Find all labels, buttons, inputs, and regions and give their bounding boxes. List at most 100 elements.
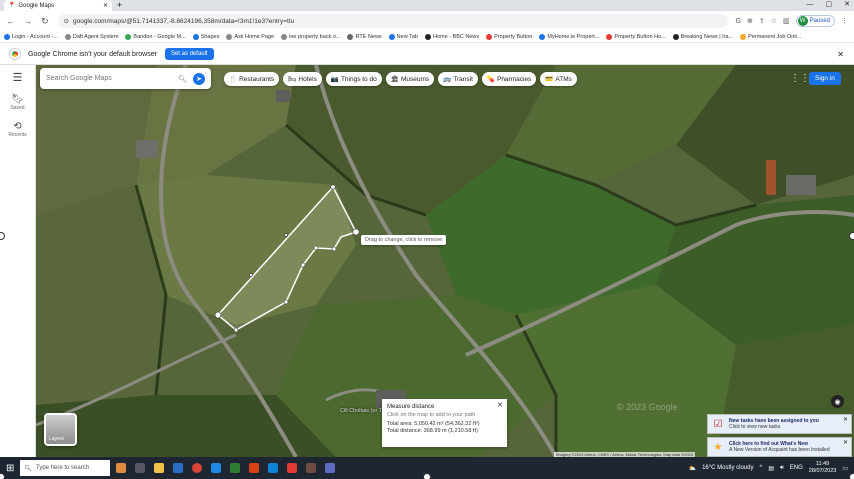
bookmark-item[interactable]: Shapes bbox=[192, 33, 219, 40]
tab-google-maps[interactable]: 📍 Google Maps ✕ bbox=[4, 0, 112, 11]
location-icon[interactable]: ◉ bbox=[831, 395, 844, 408]
outlook-icon[interactable] bbox=[173, 463, 184, 473]
chip-icon: 🏛 bbox=[390, 76, 399, 83]
chip-museums[interactable]: 🏛 Museums bbox=[385, 72, 435, 86]
search-box[interactable]: Search Google Maps 🔍︎ ➤ bbox=[40, 68, 211, 89]
edge-icon[interactable] bbox=[268, 463, 279, 473]
minimize-button[interactable]: — bbox=[807, 0, 814, 10]
google-lens-icon[interactable]: G bbox=[736, 18, 741, 25]
bookmark-item[interactable]: Permanent Job Onli... bbox=[740, 33, 801, 40]
chip-label: Restaurants bbox=[239, 75, 275, 83]
favicon-icon bbox=[4, 33, 10, 40]
bookmarks-bar: Login - Account -... Daft Agent System Ban… bbox=[0, 31, 854, 43]
chip-icon: 🍴 bbox=[229, 76, 238, 83]
search-icon[interactable]: 🔍︎ bbox=[178, 75, 187, 83]
infobar-message: Google Chrome isn't your default browser bbox=[28, 50, 157, 58]
search-input[interactable]: Search Google Maps bbox=[46, 75, 172, 82]
layers-button[interactable]: Layers bbox=[44, 413, 77, 446]
reload-button[interactable]: ↻ bbox=[40, 16, 49, 27]
chip-pharmacies[interactable]: 💊 Pharmacies bbox=[481, 72, 537, 86]
notifications-icon[interactable]: ▭ bbox=[842, 465, 848, 472]
bookmark-item[interactable]: Property Button Ho... bbox=[606, 33, 666, 40]
tab-strip: 📍 Google Maps ✕ + — ▢ ✕ bbox=[0, 0, 854, 11]
chrome-icon[interactable] bbox=[192, 463, 203, 473]
favicon-icon bbox=[424, 33, 431, 40]
weather-text[interactable]: 16°C Mostly cloudy bbox=[702, 465, 753, 471]
favicon-icon bbox=[740, 33, 747, 40]
mail-icon[interactable] bbox=[211, 463, 222, 473]
notification-whats-new[interactable]: ★ Click here to find out What's New A Ne… bbox=[707, 437, 852, 457]
bookmark-item[interactable]: New Tab bbox=[388, 33, 418, 40]
notification-text: A New Version of Acquaint has been Insta… bbox=[729, 447, 830, 453]
selection-handle[interactable] bbox=[849, 473, 854, 479]
bookmark-star-icon[interactable]: ☆ bbox=[771, 17, 777, 25]
network-icon[interactable]: ▤ bbox=[768, 465, 774, 472]
app-icon[interactable] bbox=[116, 463, 127, 473]
profile-button[interactable]: W Paused bbox=[795, 15, 835, 27]
bookmark-item[interactable]: Bandon - Google M... bbox=[125, 33, 186, 40]
file-explorer-icon[interactable] bbox=[154, 463, 165, 473]
selection-handle[interactable] bbox=[0, 473, 5, 479]
forward-button[interactable]: → bbox=[23, 16, 32, 26]
bookmark-item[interactable]: Ask Home Page bbox=[226, 33, 274, 40]
app-icon[interactable] bbox=[306, 463, 317, 473]
infobar-close-icon[interactable]: ✕ bbox=[837, 50, 844, 59]
menu-icon[interactable]: ☰ bbox=[0, 71, 35, 84]
bookmark-label: Daft Agent System bbox=[72, 33, 119, 40]
bookmark-item[interactable]: lee property back o... bbox=[281, 33, 340, 40]
browser-toolbar: ← → ↻ ⊙ google.com/maps/@51.7141337,-8.8… bbox=[0, 11, 854, 31]
chip-things-to-do[interactable]: 📷 Things to do bbox=[325, 72, 382, 86]
taskbar-search-input[interactable]: Type here to search bbox=[36, 465, 89, 471]
selection-handle[interactable] bbox=[849, 232, 854, 240]
bookmark-item[interactable]: Property Button bbox=[486, 33, 532, 40]
excel-icon[interactable] bbox=[230, 463, 241, 473]
bookmark-item[interactable]: RTE News bbox=[347, 33, 382, 40]
bookmark-item[interactable]: Daft Agent System bbox=[64, 33, 119, 40]
windows-start-icon[interactable]: ⊞ bbox=[6, 463, 14, 474]
selection-handle[interactable] bbox=[423, 473, 431, 479]
bookmark-label: Home - BBC News bbox=[432, 33, 480, 40]
powerpoint-icon[interactable] bbox=[249, 463, 260, 473]
directions-icon[interactable]: ➤ bbox=[193, 72, 205, 85]
url-text: google.com/maps/@51.7141337,-8.8624196,3… bbox=[72, 17, 295, 25]
measure-close-icon[interactable]: ✕ bbox=[497, 401, 503, 409]
zoom-icon[interactable]: ⊕ bbox=[747, 17, 753, 25]
chip-atms[interactable]: 💳 ATMs bbox=[540, 72, 577, 86]
clock[interactable]: 11:49 28/07/2023 bbox=[809, 461, 837, 475]
app-icon[interactable] bbox=[325, 463, 336, 473]
task-view-icon[interactable] bbox=[135, 463, 146, 473]
bookmark-item[interactable]: Home - BBC News bbox=[424, 33, 480, 40]
chip-hotels[interactable]: 🛏 Hotels bbox=[283, 72, 322, 86]
window-close-button[interactable]: ✕ bbox=[844, 0, 850, 10]
share-icon[interactable]: ⇪ bbox=[759, 17, 765, 25]
notification-close-icon[interactable]: ✕ bbox=[843, 416, 848, 423]
menu-dots-icon[interactable]: ⋮ bbox=[841, 17, 848, 25]
building bbox=[786, 175, 816, 195]
notification-close-icon[interactable]: ✕ bbox=[843, 439, 848, 446]
chip-restaurants[interactable]: 🍴 Restaurants bbox=[224, 72, 280, 86]
site-info-icon[interactable]: ⊙ bbox=[64, 17, 69, 25]
rail-recents[interactable]: ⟲ Recents bbox=[0, 121, 35, 138]
rail-saved[interactable]: 🔖︎ Saved bbox=[0, 94, 35, 111]
maximize-button[interactable]: ▢ bbox=[826, 0, 833, 10]
back-button[interactable]: ← bbox=[6, 16, 15, 26]
side-panel-icon[interactable]: ▥ bbox=[783, 17, 790, 25]
checklist-icon: ☑ bbox=[713, 418, 723, 430]
taskbar-search[interactable]: 🔍︎ Type here to search bbox=[20, 460, 111, 476]
tray-expand-icon[interactable]: ^ bbox=[760, 465, 763, 471]
sign-in-button[interactable]: Sign in bbox=[809, 72, 841, 85]
chip-transit[interactable]: 🚌 Transit bbox=[438, 72, 478, 86]
language-indicator[interactable]: ENG bbox=[790, 465, 803, 471]
volume-icon[interactable]: 🔊︎ bbox=[780, 465, 784, 472]
bookmark-item[interactable]: Login - Account -... bbox=[4, 33, 58, 40]
close-icon[interactable]: ✕ bbox=[103, 2, 108, 9]
bookmark-item[interactable]: MyHome.ie Propert... bbox=[539, 33, 599, 40]
bookmark-item[interactable]: Breaking News | Ira... bbox=[672, 33, 733, 40]
new-tab-button[interactable]: + bbox=[117, 0, 122, 10]
address-bar[interactable]: ⊙ google.com/maps/@51.7141337,-8.8624196… bbox=[57, 14, 728, 28]
app-icon[interactable] bbox=[287, 463, 298, 473]
building bbox=[766, 160, 776, 195]
notification-tasks[interactable]: ☑ New tasks have been assigned to you Cl… bbox=[707, 414, 852, 434]
set-default-button[interactable]: Set as default bbox=[164, 48, 214, 60]
avatar: W bbox=[797, 16, 808, 26]
